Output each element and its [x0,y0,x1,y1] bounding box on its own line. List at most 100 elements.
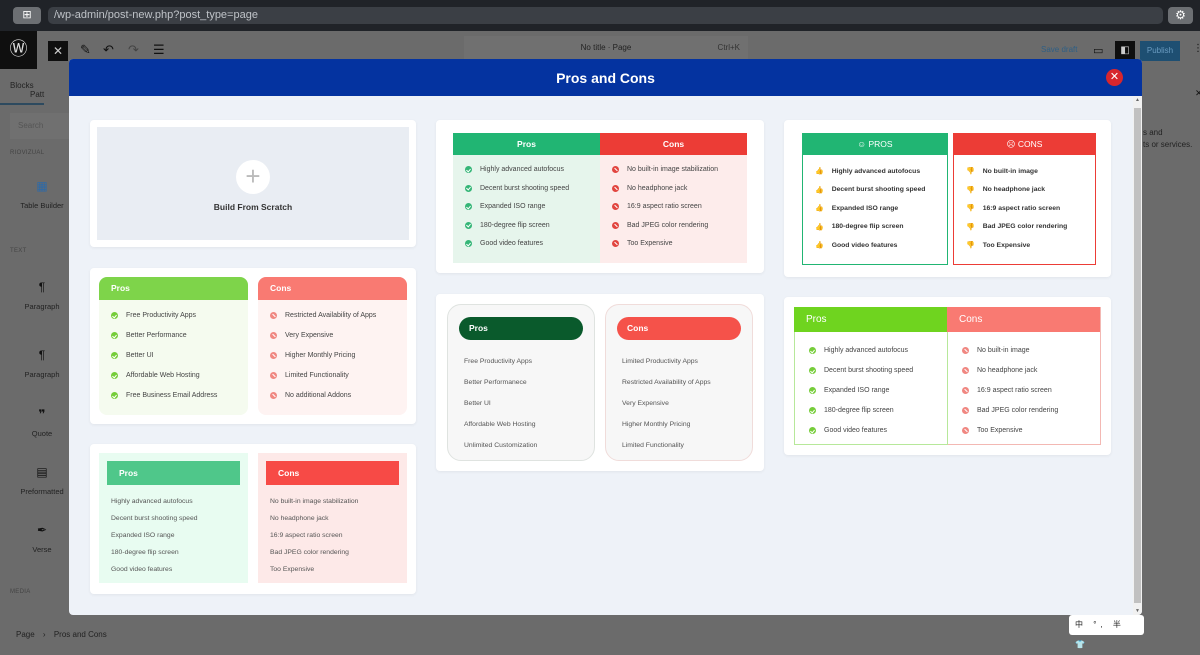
x-circle-icon [612,184,619,192]
item-text: Highly advanced autofocus [111,498,193,505]
modal-scrollbar[interactable]: ▲ ▼ [1133,96,1142,615]
cons-list-item: 👎 16:9 aspect ratio screen [966,204,1060,213]
item-text: Bad JPEG color rendering [982,223,1068,230]
template-card[interactable]: Pros Highly advanced autofocus Decent burs… [90,444,416,594]
pros-list-item: Highly advanced autofocus [111,498,193,505]
url-bar[interactable]: /wp-admin/post-new.php?post_type=page [48,7,1163,24]
item-text: 180-degree flip screen [824,407,894,414]
item-text: Limited Functionality [285,372,349,379]
pros-list-item: 👍 Expanded ISO range [815,204,898,213]
pros-list-item: 180-degree flip screen [111,549,179,556]
publish-button[interactable]: Publish [1140,41,1180,61]
item-text: Better UI [126,352,154,359]
block-search-input[interactable]: Search [10,113,70,139]
plus-icon[interactable]: + [236,160,270,194]
build-from-scratch-card[interactable]: + Build From Scratch [90,120,416,247]
thumbs-down-icon: 👎 [966,186,975,194]
item-text: Decent burst shooting speed [480,184,570,192]
preview-icon[interactable]: ▭ [1093,44,1103,57]
cons-header: ☹ CONS [954,134,1095,155]
pros-header: Pros [453,133,600,155]
template-card[interactable]: ☺ PROS 👍 Highly advanced autofocus 👍 Decent … [784,120,1111,277]
scroll-thumb[interactable] [1134,108,1141,603]
cons-header: Cons [258,277,407,300]
cons-list-item: 👎 No built-in image [966,167,1038,176]
block-label: Quote [31,429,53,438]
cons-column: Cons No built-in image No headphone jack 16… [947,307,1101,445]
pros-column: Pros Highly advanced autofocus Decent burs… [453,133,600,263]
breadcrumb-root[interactable]: Page [16,630,35,639]
cons-list-item: Limited Functionality [270,372,349,379]
cons-list-item: Higher Monthly Pricing [270,352,355,359]
close-icon[interactable]: ✕ [1106,69,1123,86]
check-circle-icon [111,332,118,339]
cons-list-item: Very Expensive [622,400,669,407]
cons-list-item: Bad JPEG color rendering [612,221,708,229]
browser-bar: ⊞ /wp-admin/post-new.php?post_type=page … [0,0,1200,31]
item-text: Free Business Email Address [126,392,218,399]
settings-sidebar-icon[interactable]: ◧ [1115,41,1135,61]
pros-column: ☺ PROS 👍 Highly advanced autofocus 👍 Decent … [802,133,948,265]
cons-list-item: Too Expensive [270,566,314,573]
tab-patterns[interactable]: Patt [30,90,44,99]
breadcrumb-current[interactable]: Pros and Cons [54,630,107,639]
pros-list-item: Better Performance [111,332,187,339]
template-card[interactable]: Pros Free Productivity Apps Better Perform… [436,294,764,471]
inserter-tabs: Blocks Patt [10,81,70,99]
pros-list-item: Good video features [809,427,887,434]
cons-column: Cons No built-in image stabilization No he… [600,133,747,263]
item-text: Highly advanced autofocus [824,347,909,354]
scroll-up-icon[interactable]: ▲ [1135,97,1140,103]
section-text: TEXT [10,248,27,254]
scroll-down-icon[interactable]: ▼ [1135,608,1140,614]
wordpress-logo-icon[interactable]: Ⓦ [0,31,37,69]
cons-list-item: 16:9 aspect ratio screen [270,532,343,539]
gear-icon[interactable]: ⚙ [1168,7,1193,24]
item-text: Expanded ISO range [824,387,890,394]
pros-list-item: Good video features [111,566,172,573]
document-title-bar[interactable]: No title · Page Ctrl+K [464,36,748,60]
pros-list-item: Unlimited Customization [464,442,537,449]
undo-icon[interactable]: ↶ [103,42,114,58]
template-card[interactable]: Pros Highly advanced autofocus Decent burs… [436,120,764,273]
breadcrumb-separator: › [42,630,46,639]
grid-icon[interactable]: ⊞ [13,7,41,24]
check-circle-icon [809,387,816,394]
redo-icon[interactable]: ↷ [128,42,139,58]
item-text: Unlimited Customization [464,442,538,449]
pros-column: Pros Free Productivity Apps Better Perform… [99,277,248,415]
item-text: No headphone jack [270,515,329,522]
template-card[interactable]: Pros Highly advanced autofocus Decent burs… [784,297,1111,455]
cons-title: Cons [662,139,685,149]
item-text: Decent burst shooting speed [831,186,926,193]
template-card[interactable]: Pros Free Productivity Apps Better Perform… [90,268,416,424]
check-circle-icon [809,347,816,354]
block-label: Verse [32,545,52,554]
more-options-icon[interactable]: ⋮ [1193,43,1200,54]
item-text: 16:9 aspect ratio screen [977,387,1052,394]
x-circle-icon [962,347,969,354]
pros-list-item: 👍 180-degree flip screen [815,223,904,231]
item-text: Decent burst shooting speed [824,367,914,374]
cons-header: Cons [947,307,1100,332]
cons-list-item: Very Expensive [270,332,333,339]
item-text: Better UI [464,400,491,407]
x-circle-icon [270,312,277,319]
save-draft-button[interactable]: Save draft [1041,45,1077,54]
active-tab-indicator [0,103,44,105]
item-text: Limited Productivity Apps [622,358,698,365]
pros-list-item: 👍 Decent burst shooting speed [815,186,925,194]
thumbs-down-icon: 👎 [966,205,975,212]
item-text: 16:9 aspect ratio screen [270,532,343,539]
close-icon[interactable]: ✕ [1195,88,1200,99]
pros-cons-modal: Pros and Cons ✕ + Build From Scratch Pro… [69,59,1142,615]
pros-list-item: Free Productivity Apps [111,312,196,319]
thumbs-up-icon: 👍 [815,242,824,249]
item-text: No built-in image [977,347,1030,354]
tab-blocks[interactable]: Blocks [10,81,34,90]
pencil-icon[interactable]: ✎ [80,42,91,58]
list-view-icon[interactable]: ☰ [153,42,165,58]
ime-toolbar[interactable]: 中 °, 半 👕 [1069,615,1144,649]
breadcrumb: Page › Pros and Cons [16,630,113,639]
close-inserter-button[interactable]: ✕ [48,41,68,61]
